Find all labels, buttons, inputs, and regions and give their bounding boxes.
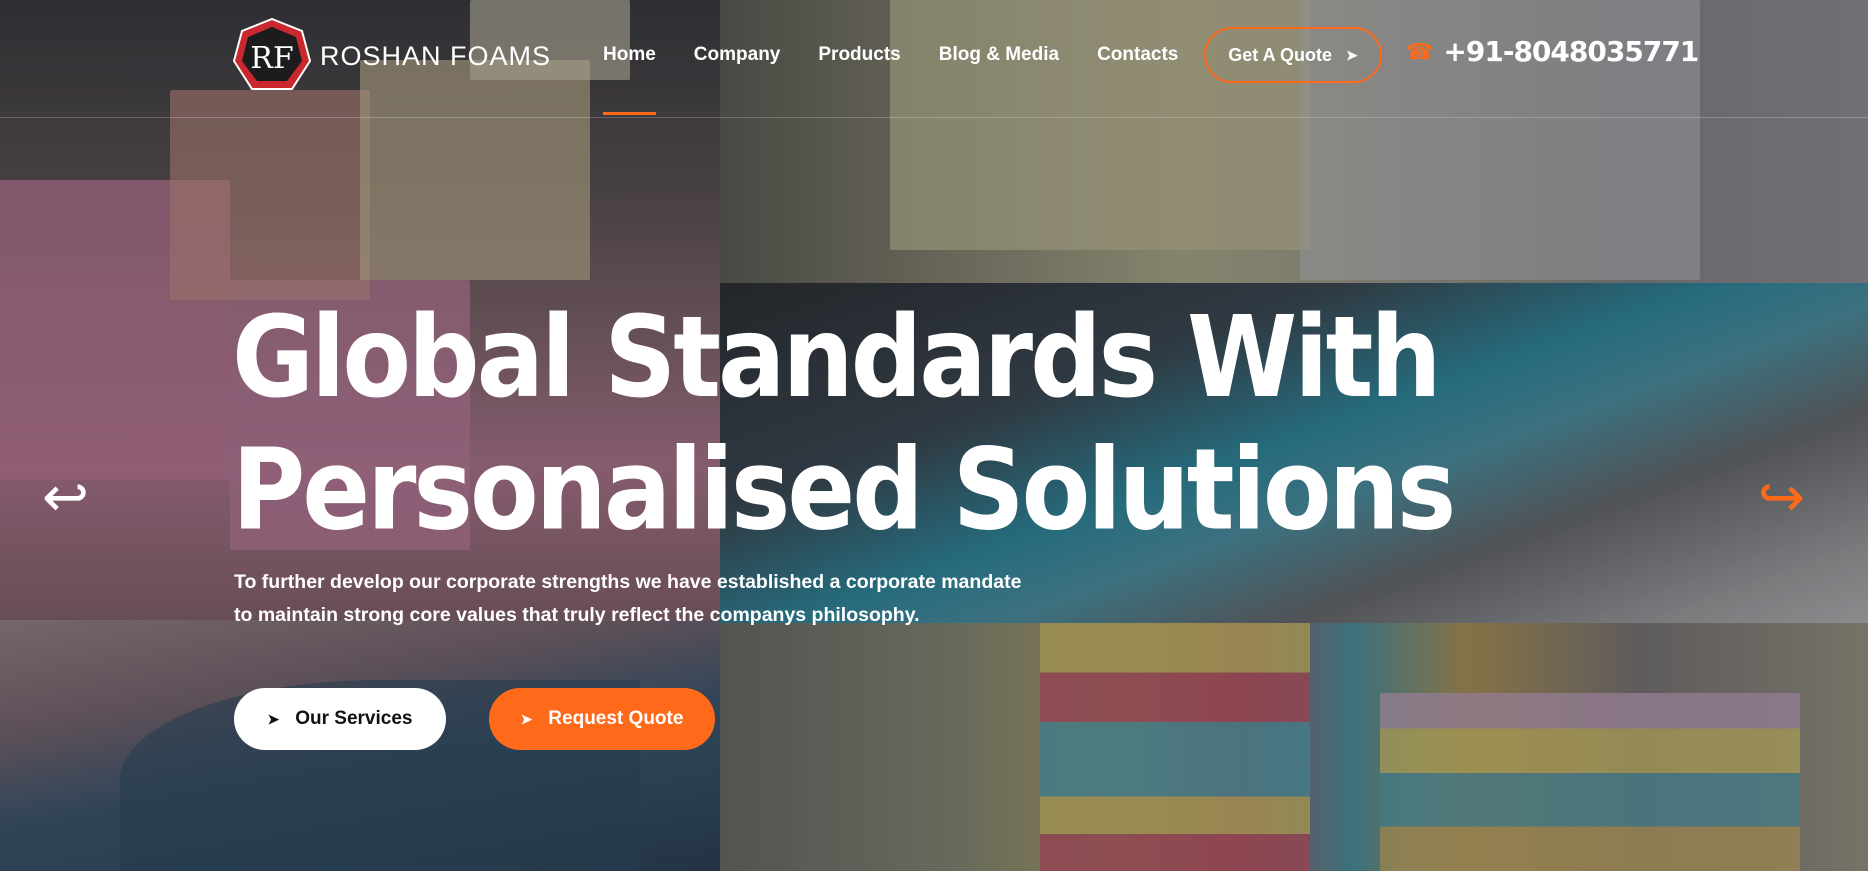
brand-monogram: RF [250,41,293,76]
main-nav: Home Company Products Blog & Media Conta… [603,44,1178,115]
nav-company[interactable]: Company [694,44,781,66]
brand-badge-icon: RF [232,17,312,95]
hero-title-line-2: Personalised Solutions [232,424,1456,556]
hero-subtitle: To further develop our corporate strengt… [234,566,1094,632]
brand-logo[interactable]: RF ROSHAN FOAMS [232,17,551,95]
arrow-right-icon: ➤ [1345,46,1358,63]
hero-subtitle-line-2: to maintain strong core values that trul… [234,604,920,626]
hero-title-line-1: Global Standards With [232,292,1442,424]
nav-products[interactable]: Products [818,44,900,66]
slider-next-arrow-icon[interactable]: ↪ [1758,465,1805,530]
nav-home[interactable]: Home [603,44,656,115]
slider-prev-arrow-icon[interactable]: ↩ [42,465,89,530]
arrow-right-icon: ➤ [520,710,533,727]
hero-title: Global Standards With Personalised Solut… [232,292,1456,556]
nav-blog-media[interactable]: Blog & Media [939,44,1059,66]
hero-subtitle-line-1: To further develop our corporate strengt… [234,571,1022,593]
our-services-label: Our Services [295,708,413,729]
arrow-right-icon: ➤ [267,710,280,727]
brand-name: ROSHAN FOAMS [320,40,552,71]
our-services-button[interactable]: ➤ Our Services [234,688,446,750]
phone-number: +91-8048035771 [1443,35,1699,68]
get-a-quote-label: Get A Quote [1228,44,1332,65]
phone-contact[interactable]: ☎ +91-8048035771 [1406,35,1699,68]
request-quote-button[interactable]: ➤ Request Quote [489,688,715,750]
nav-contacts[interactable]: Contacts [1097,44,1178,66]
site-header: RF ROSHAN FOAMS Home Company Products Bl… [0,0,1868,118]
phone-icon: ☎ [1406,38,1434,64]
request-quote-label: Request Quote [548,708,684,729]
get-a-quote-button[interactable]: Get A Quote ➤ [1204,27,1382,83]
